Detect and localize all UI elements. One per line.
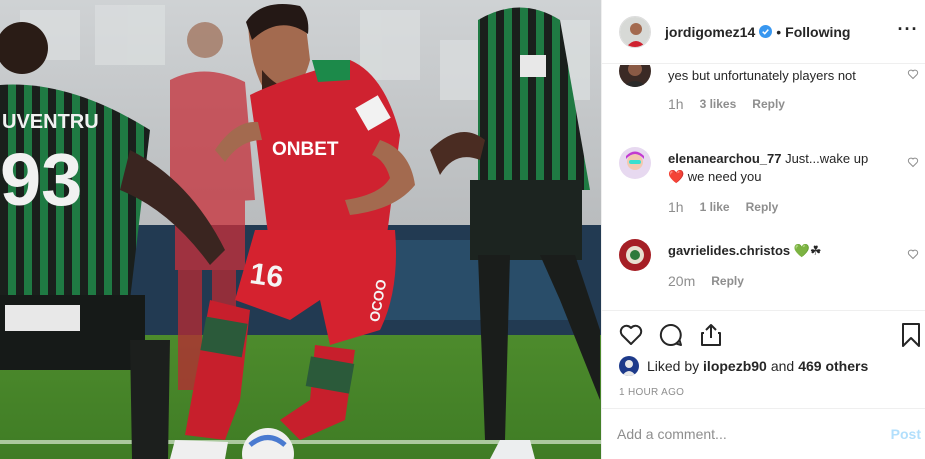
reply-button[interactable]: Reply bbox=[752, 97, 785, 111]
like-comment-icon[interactable] bbox=[907, 156, 919, 168]
commenter-avatar[interactable] bbox=[619, 239, 651, 271]
jersey-sponsor: ONBET bbox=[272, 139, 339, 160]
comment-time: 1h bbox=[668, 96, 684, 112]
post-actions-bar bbox=[602, 310, 925, 360]
liked-by-conj: and bbox=[770, 358, 795, 374]
liked-by-others[interactable]: 469 others bbox=[798, 358, 868, 374]
comment-text: 💚☘ bbox=[793, 243, 822, 258]
shorts-number: 16 bbox=[248, 257, 286, 294]
verified-badge-icon bbox=[759, 25, 773, 38]
like-comment-icon[interactable] bbox=[907, 68, 919, 80]
liked-by-prefix: Liked by bbox=[647, 358, 700, 374]
add-comment-bar: Post bbox=[602, 408, 925, 459]
comment-likes[interactable]: 1 like bbox=[700, 200, 730, 214]
like-heart-icon[interactable] bbox=[618, 322, 644, 348]
comment-input[interactable] bbox=[617, 426, 857, 442]
bookmark-icon[interactable] bbox=[898, 322, 924, 348]
comment-meta: 20m Reply bbox=[668, 273, 760, 289]
jersey-number-left: 93 bbox=[0, 138, 82, 221]
comment-time: 1h bbox=[668, 199, 684, 215]
commenter-avatar[interactable] bbox=[619, 147, 651, 179]
like-comment-icon[interactable] bbox=[907, 248, 919, 260]
reply-button[interactable]: Reply bbox=[746, 200, 779, 214]
share-icon[interactable] bbox=[698, 322, 724, 348]
comment-time: 20m bbox=[668, 273, 696, 289]
separator-dot: • bbox=[776, 23, 782, 40]
post-side-panel: jordigomez14 • Following ··· yes but unf… bbox=[601, 0, 925, 459]
liker-avatar[interactable] bbox=[619, 356, 639, 376]
more-horizontal-icon[interactable]: ··· bbox=[896, 20, 920, 42]
football-match-image: UVENTRU 93 ONBET 16 OCOO bbox=[0, 0, 601, 459]
commenter-avatar[interactable] bbox=[619, 65, 651, 87]
author-username[interactable]: jordigomez14 bbox=[665, 24, 755, 40]
comment-likes[interactable]: 3 likes bbox=[700, 97, 737, 111]
author-avatar[interactable] bbox=[619, 15, 651, 48]
likes-summary: Liked by ilopezb90 and 469 others bbox=[619, 355, 868, 377]
comment-username[interactable]: gavrielides.christos bbox=[668, 243, 790, 258]
following-button[interactable]: Following bbox=[785, 24, 850, 40]
liker-username[interactable]: ilopezb90 bbox=[703, 358, 767, 374]
post-photo[interactable]: UVENTRU 93 ONBET 16 OCOO bbox=[0, 0, 601, 459]
jersey-name-left: UVENTRU bbox=[2, 111, 99, 133]
post-comment-button[interactable]: Post bbox=[891, 426, 921, 442]
comment-meta: 1h 1 like Reply bbox=[668, 199, 794, 215]
comment-text: yes but unfortunately players not bbox=[668, 68, 856, 83]
reply-button[interactable]: Reply bbox=[711, 274, 744, 288]
comments-list: yes but unfortunately players not 1h 3 l… bbox=[602, 65, 925, 310]
comment-username[interactable]: elenanearchou_77 bbox=[668, 151, 781, 166]
post-header: jordigomez14 • Following ··· bbox=[602, 0, 925, 64]
comment-meta: 1h 3 likes Reply bbox=[668, 96, 801, 112]
post-timestamp[interactable]: 1 HOUR AGO bbox=[619, 387, 684, 398]
comment-bubble-icon[interactable] bbox=[658, 322, 684, 348]
